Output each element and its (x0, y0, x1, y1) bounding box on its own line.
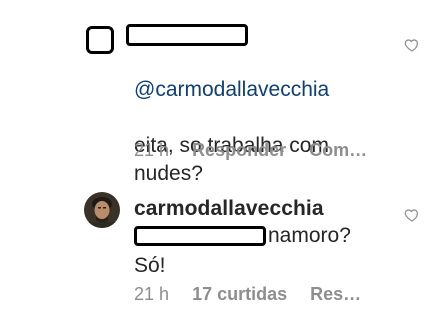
comment-meta: 21 h 17 curtidas Res… (134, 284, 361, 305)
username-redacted[interactable] (126, 24, 248, 46)
more-button[interactable]: Com… (309, 140, 367, 160)
avatar-photo[interactable] (84, 192, 120, 228)
mention-link[interactable]: @carmodallavecchia (134, 78, 329, 101)
heart-outline-icon[interactable] (404, 37, 420, 53)
timestamp: 21 h (134, 284, 170, 304)
comment-text: @carmodallavecchia eita, so trabalha com… (134, 48, 329, 188)
reply-button[interactable]: Responder (192, 140, 286, 160)
mention-redacted[interactable] (134, 226, 266, 246)
comment-2: carmodallavecchia namoro? Só! 21 h 17 cu… (0, 180, 448, 324)
comment-body-line2: Só! (134, 254, 166, 277)
comment-username[interactable]: carmodallavecchia (134, 197, 324, 221)
heart-outline-icon[interactable] (404, 207, 420, 223)
profile-photo-icon (84, 192, 120, 228)
comment-1: @carmodallavecchia eita, so trabalha com… (0, 0, 448, 185)
comment-meta: 21 h Responder Com… (134, 140, 367, 161)
comment-body-line1: namoro? (268, 224, 351, 247)
avatar-redacted[interactable] (86, 26, 114, 54)
more-button[interactable]: Res… (310, 284, 361, 304)
likes-count-button[interactable]: 17 curtidas (192, 284, 287, 304)
timestamp: 21 h (134, 140, 170, 160)
